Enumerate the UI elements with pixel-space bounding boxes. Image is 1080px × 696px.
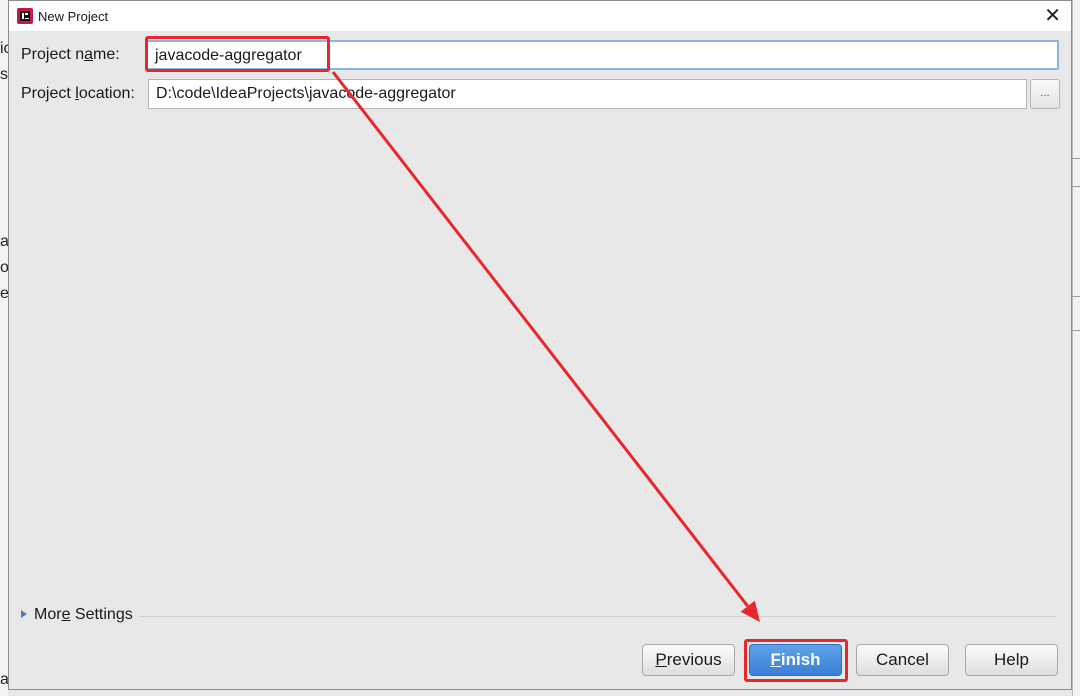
settings-separator [139, 616, 1057, 617]
new-project-dialog: New Project ✕ Project name: javacode-agg… [8, 0, 1072, 690]
expand-triangle-icon [21, 609, 27, 618]
background-divider [1072, 296, 1080, 297]
help-button[interactable]: Help [965, 644, 1058, 676]
background-divider [1072, 330, 1080, 331]
dialog-title: New Project [38, 9, 109, 24]
background-text-fragment: ic [0, 40, 8, 57]
background-text-fragment: sr [0, 66, 8, 83]
project-location-input[interactable]: D:\code\IdeaProjects\javacode-aggregator [148, 79, 1027, 109]
finish-button[interactable]: Finish [749, 644, 842, 676]
background-ide-left: ic sr a o er al [0, 0, 8, 696]
background-ide-right [1072, 0, 1080, 696]
project-location-label: Project location: [21, 85, 135, 102]
background-text-fragment: al [0, 671, 8, 688]
dialog-titlebar: New Project ✕ [9, 1, 1071, 31]
previous-button[interactable]: Previous [642, 644, 735, 676]
background-divider [1072, 158, 1080, 159]
browse-button[interactable]: ... [1030, 79, 1060, 109]
background-text-fragment: er [0, 285, 8, 302]
close-icon[interactable]: ✕ [1044, 4, 1061, 28]
background-text-fragment: a [0, 233, 8, 250]
intellij-idea-icon [17, 8, 33, 24]
background-text-fragment: o [0, 259, 8, 276]
cancel-button[interactable]: Cancel [856, 644, 949, 676]
background-divider [1072, 186, 1080, 187]
project-name-input[interactable]: javacode-aggregator [146, 40, 1059, 70]
project-name-label: Project name: [21, 46, 120, 63]
more-settings-toggle[interactable]: More Settings [21, 606, 133, 624]
